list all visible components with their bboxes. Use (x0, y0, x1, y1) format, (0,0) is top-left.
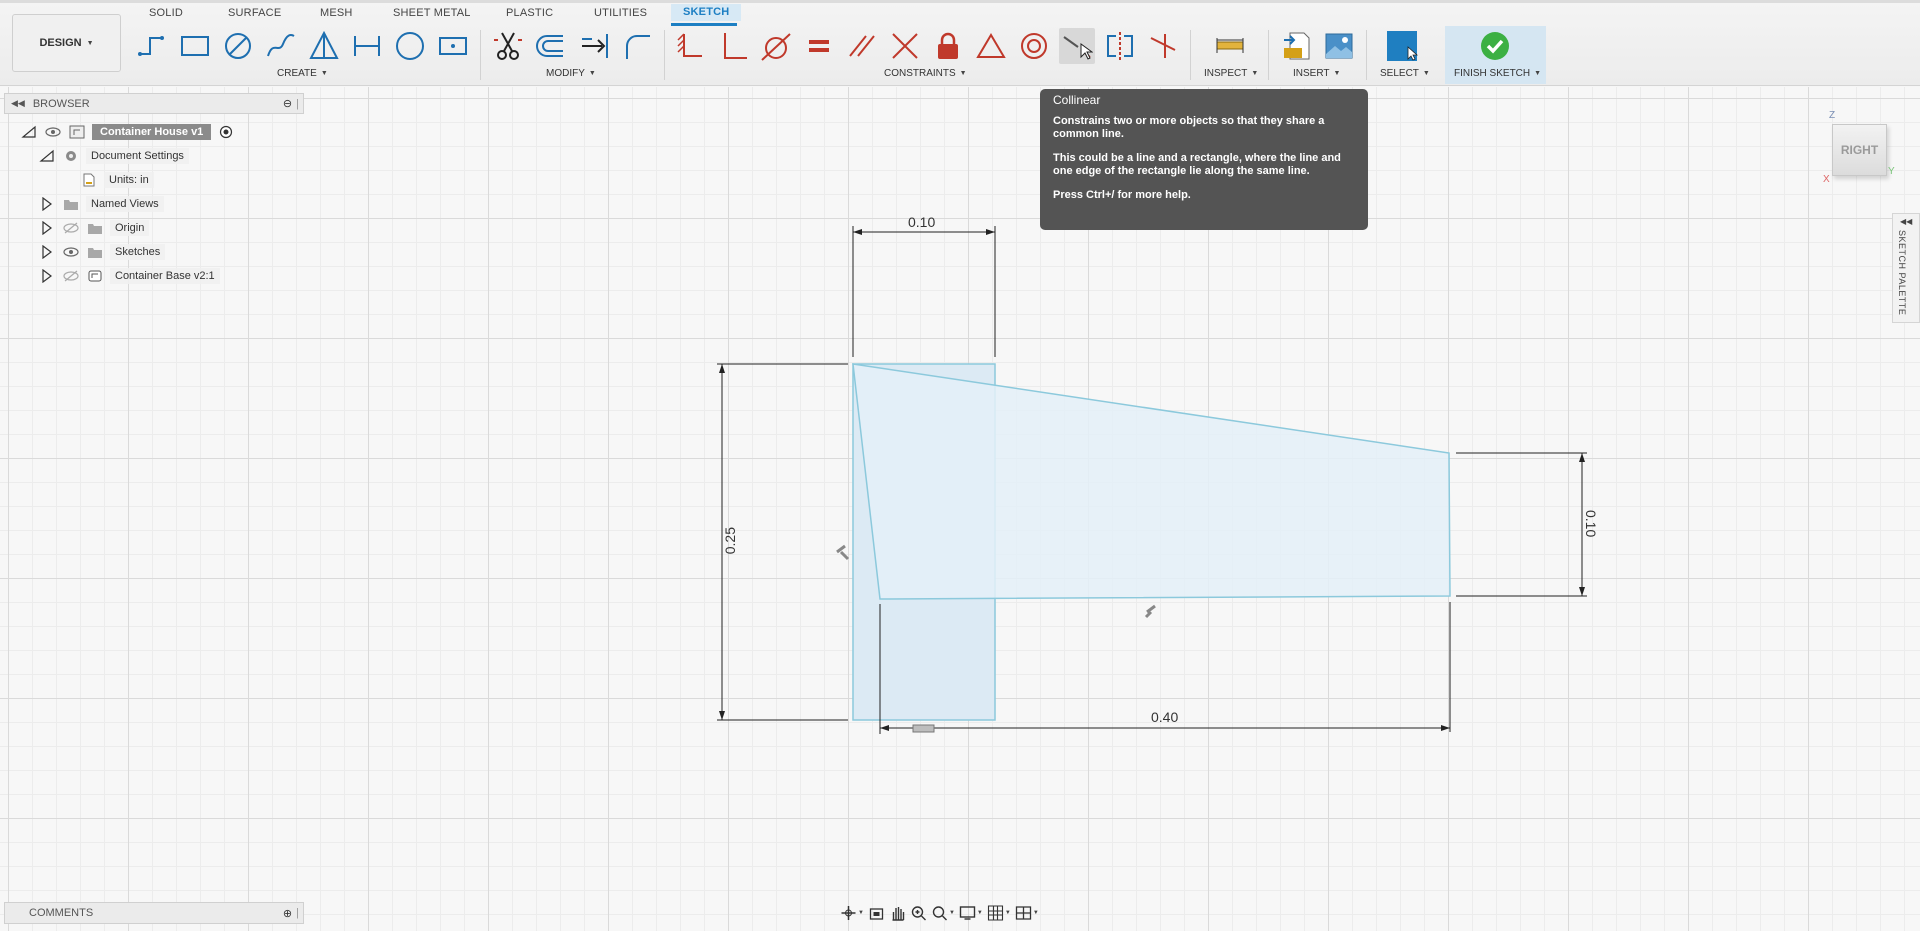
fusion-app-window: DESIGN ▼ SOLID SURFACE MESH SHEET METAL … (0, 0, 1920, 931)
comments-title: COMMENTS (29, 907, 94, 919)
chevron-down-icon: ▼ (976, 910, 983, 916)
view-cube-face-right[interactable]: RIGHT (1832, 124, 1887, 176)
look-at-icon (869, 908, 884, 920)
zoom-button[interactable] (910, 905, 927, 921)
dimension-top-width[interactable] (852, 226, 996, 357)
folder-icon (86, 220, 104, 236)
pan-button[interactable] (889, 905, 906, 921)
dimension-bottom-length-label[interactable]: 0.40 (1151, 709, 1178, 725)
resize-handle[interactable]: | (296, 98, 299, 110)
collapse-left-icon[interactable]: ◀◀ (11, 98, 25, 109)
tree-item-container-base[interactable]: Container Base v2:1 (38, 266, 220, 286)
expand-triangle-icon[interactable] (38, 220, 56, 236)
eye-icon[interactable] (44, 124, 62, 140)
orbit-button[interactable]: ▼ (840, 905, 864, 921)
expand-left-icon[interactable]: ◀◀ (1900, 217, 1912, 226)
axis-x-label: X (1823, 174, 1830, 185)
viewports-icon (1015, 906, 1031, 920)
tree-item-units[interactable]: Units: in (80, 170, 154, 190)
fit-button[interactable]: ▼ (931, 905, 955, 921)
perpendicular-glyph[interactable] (836, 544, 850, 561)
quadrilateral-profile[interactable] (852, 363, 1451, 600)
component-link-icon (86, 268, 104, 284)
tooltip-title: Collinear (1053, 93, 1101, 107)
tree-item-label: Container Base v2:1 (110, 268, 220, 284)
eye-icon[interactable] (62, 244, 80, 260)
browser-panel: ◀◀ BROWSER ⊖ | Container House v1 Docume… (4, 93, 304, 293)
eye-hidden-icon[interactable] (62, 268, 80, 284)
tooltip-description: Constrains two or more objects so that t… (1053, 115, 1325, 140)
component-icon (68, 124, 86, 140)
tooltip-example: This could be a line and a rectangle, wh… (1053, 152, 1341, 177)
display-icon (959, 906, 976, 920)
minus-circle-icon[interactable]: ⊖ (283, 97, 292, 110)
tree-item-root[interactable]: Container House v1 (20, 122, 235, 142)
tree-item-sketches[interactable]: Sketches (38, 242, 166, 262)
expand-triangle-icon[interactable] (38, 244, 56, 260)
view-cube-face-label: RIGHT (1840, 143, 1879, 157)
dimension-left-height-label[interactable]: 0.25 (722, 527, 738, 554)
look-at-button[interactable] (868, 905, 885, 921)
navigation-bar: ▼ ▼ ▼ ▼ ▼ (840, 902, 1080, 924)
horizontal-constraint-glyph[interactable] (912, 724, 935, 733)
tree-item-label: Container House v1 (92, 124, 212, 140)
zoom-window-icon (932, 906, 947, 921)
browser-title: BROWSER (32, 97, 90, 110)
tree-item-document-settings[interactable]: Document Settings (38, 146, 189, 166)
chevron-down-icon: ▼ (1032, 910, 1039, 916)
perpendicular-glyph[interactable] (1144, 604, 1156, 619)
resize-handle[interactable]: | (296, 907, 299, 919)
folder-icon (62, 196, 80, 212)
zoom-icon (911, 906, 926, 921)
tree-item-origin[interactable]: Origin (38, 218, 150, 238)
tree-item-label: Units: in (104, 172, 154, 188)
document-icon (80, 172, 98, 188)
collapse-triangle-icon[interactable] (20, 124, 38, 140)
folder-icon (86, 244, 104, 260)
dimension-right-height[interactable] (1456, 452, 1587, 597)
hand-icon (892, 907, 905, 921)
display-settings-button[interactable]: ▼ (959, 905, 983, 921)
chevron-down-icon: ▼ (858, 910, 864, 916)
dimension-top-width-label[interactable]: 0.10 (908, 214, 935, 230)
viewports-button[interactable]: ▼ (1015, 905, 1039, 921)
sketch-palette-label: SKETCH PALETTE (1897, 230, 1907, 316)
expand-triangle-icon[interactable] (38, 268, 56, 284)
tree-item-label: Document Settings (86, 148, 189, 164)
tree-item-label: Origin (110, 220, 150, 236)
collinear-tooltip: Collinear Constrains two or more objects… (1040, 89, 1368, 230)
view-cube[interactable]: Z RIGHT X Y (1823, 110, 1898, 190)
activate-radio-icon[interactable] (217, 124, 235, 140)
comments-panel[interactable]: COMMENTS ⊕ | (4, 902, 304, 924)
tree-item-label: Named Views (86, 196, 164, 212)
tree-item-label: Sketches (110, 244, 166, 260)
grid-icon (987, 905, 1003, 921)
dimension-right-height-label[interactable]: 0.10 (1583, 510, 1599, 537)
browser-header: ◀◀ BROWSER ⊖ | (4, 93, 304, 114)
grid-settings-button[interactable]: ▼ (987, 905, 1011, 921)
axis-z-label: Z (1829, 110, 1836, 121)
tooltip-help-hint: Press Ctrl+/ for more help. (1053, 189, 1191, 201)
chevron-down-icon: ▼ (1004, 910, 1011, 916)
collapse-triangle-icon[interactable] (38, 148, 56, 164)
eye-hidden-icon[interactable] (62, 220, 80, 236)
axis-y-label: Y (1888, 166, 1895, 177)
tree-item-named-views[interactable]: Named Views (38, 194, 164, 214)
gear-icon (62, 148, 80, 164)
plus-circle-icon[interactable]: ⊕ (283, 907, 292, 920)
expand-triangle-icon[interactable] (38, 196, 56, 212)
orbit-icon (841, 906, 856, 920)
chevron-down-icon: ▼ (948, 910, 955, 916)
